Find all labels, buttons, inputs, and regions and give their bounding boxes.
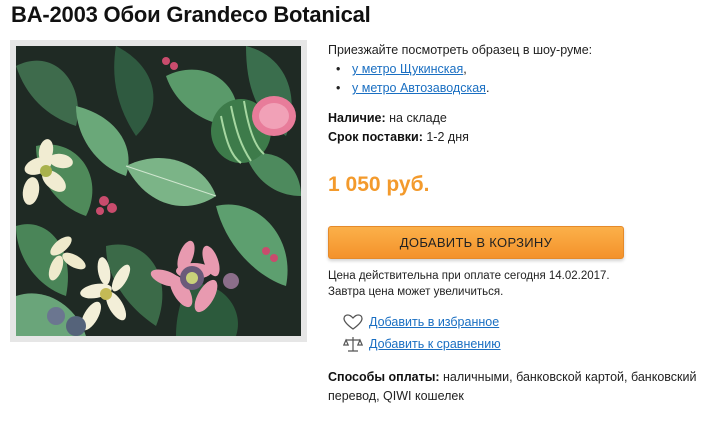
price-note-line: Цена действительна при оплате сегодня 14… [328, 270, 610, 282]
add-to-favorites[interactable]: Добавить в избранное [343, 314, 499, 330]
price-note: Цена действительна при оплате сегодня 14… [328, 268, 610, 300]
metro-link-shchukinskaya[interactable]: у метро Щукинская [352, 62, 463, 76]
delivery-label: Срок поставки: [328, 130, 423, 144]
bullet-icon: • [336, 62, 341, 76]
list-item: • у метро Автозаводская. [336, 81, 489, 100]
bullet-icon: • [336, 81, 341, 95]
metro-link-avtozavodskaya[interactable]: у метро Автозаводская [352, 81, 486, 95]
delivery-value: 1-2 дня [426, 130, 469, 144]
add-to-favorites-link[interactable]: Добавить в избранное [369, 315, 499, 329]
wallpaper-pattern-image [16, 46, 301, 336]
showroom-locations-list: • у метро Щукинская, • у метро Автозаводск… [336, 62, 489, 100]
showroom-text: Приезжайте посмотреть образец в шоу-руме… [328, 43, 593, 57]
list-item: • у метро Щукинская, [336, 62, 489, 81]
availability-value: на складе [389, 111, 447, 125]
product-title: BA-2003 Обои Grandeco Botanical [11, 2, 371, 27]
availability-label: Наличие: [328, 111, 386, 125]
availability-row: Наличие: на складе [328, 111, 447, 125]
list-punctuation: . [485, 81, 490, 95]
delivery-row: Срок поставки: 1-2 дня [328, 130, 469, 144]
scales-icon [342, 336, 364, 352]
payment-label: Способы оплаты: [328, 370, 440, 384]
add-to-cart-button[interactable]: ДОБАВИТЬ В КОРЗИНУ [328, 226, 624, 259]
add-to-compare[interactable]: Добавить к сравнению [342, 336, 501, 352]
price-note-line: Завтра цена может увеличиться. [328, 286, 504, 298]
product-image[interactable] [10, 40, 307, 342]
list-punctuation: , [463, 62, 467, 76]
heart-icon [343, 314, 363, 330]
add-to-compare-link[interactable]: Добавить к сравнению [369, 337, 501, 351]
price: 1 050 руб. [328, 173, 430, 196]
payment-methods: Способы оплаты: наличными, банковской ка… [328, 368, 718, 406]
